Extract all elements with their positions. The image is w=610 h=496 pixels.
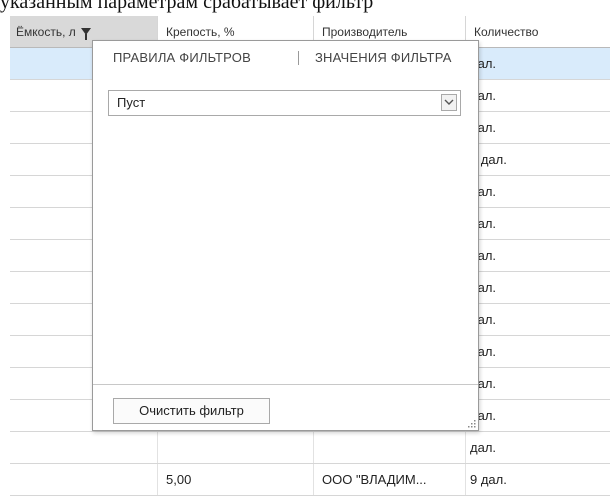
column-header-label: Крепость, % <box>166 25 235 39</box>
column-header-label: Ёмкость, л <box>16 25 76 39</box>
column-header-label: Количество <box>474 25 539 39</box>
column-header-quantity[interactable]: Количество <box>466 16 610 48</box>
filter-condition-value: Пуст <box>117 95 146 110</box>
table-cell[interactable]: дал. <box>466 432 610 463</box>
table-cell[interactable]: 9 дал. <box>466 464 610 495</box>
table-cell[interactable]: дал. <box>466 176 610 207</box>
table-cell[interactable]: дал. <box>466 304 610 335</box>
table-row[interactable]: 5,00 ООО "ВЛАДИМ... 9 дал. <box>10 464 610 496</box>
table-cell[interactable] <box>314 432 466 463</box>
tab-filter-rules[interactable]: ПРАВИЛА ФИЛЬТРОВ <box>113 48 251 68</box>
filter-icon[interactable] <box>81 28 92 41</box>
table-cell[interactable] <box>10 432 158 463</box>
resize-grip-icon[interactable] <box>466 418 476 428</box>
table-cell[interactable]: дал. <box>466 368 610 399</box>
document-text-line: указанным параметрам срабатывает фильтр <box>0 0 374 13</box>
filter-tabs: ПРАВИЛА ФИЛЬТРОВ ЗНАЧЕНИЯ ФИЛЬТРА <box>93 41 478 77</box>
footer-divider <box>93 384 478 385</box>
table-cell[interactable]: дал. <box>466 240 610 271</box>
table-cell[interactable] <box>10 464 158 495</box>
dropdown-button[interactable] <box>441 94 457 111</box>
tab-filter-values[interactable]: ЗНАЧЕНИЯ ФИЛЬТРА <box>315 48 452 68</box>
table-cell[interactable]: дал. <box>466 80 610 111</box>
table-cell[interactable]: дал. <box>466 48 610 79</box>
table-cell[interactable]: дал. <box>466 112 610 143</box>
table-cell[interactable]: ООО "ВЛАДИМ... <box>314 464 466 495</box>
table-cell[interactable]: 3 дал. <box>466 144 610 175</box>
table-row[interactable]: дал. <box>10 432 610 464</box>
clear-filter-button[interactable]: Очистить фильтр <box>113 398 270 424</box>
table-cell[interactable]: дал. <box>466 272 610 303</box>
table-cell[interactable] <box>158 432 314 463</box>
filter-condition-select[interactable]: Пуст <box>108 90 461 116</box>
column-header-label: Производитель <box>322 25 408 39</box>
chevron-down-icon <box>444 99 454 105</box>
table-cell[interactable]: дал. <box>466 336 610 367</box>
table-cell[interactable]: дал. <box>466 208 610 239</box>
table-cell[interactable]: 5,00 <box>158 464 314 495</box>
filter-popup: ПРАВИЛА ФИЛЬТРОВ ЗНАЧЕНИЯ ФИЛЬТРА Пуст О… <box>92 40 479 431</box>
table-cell[interactable]: дал. <box>466 400 610 431</box>
tab-separator <box>298 51 299 65</box>
